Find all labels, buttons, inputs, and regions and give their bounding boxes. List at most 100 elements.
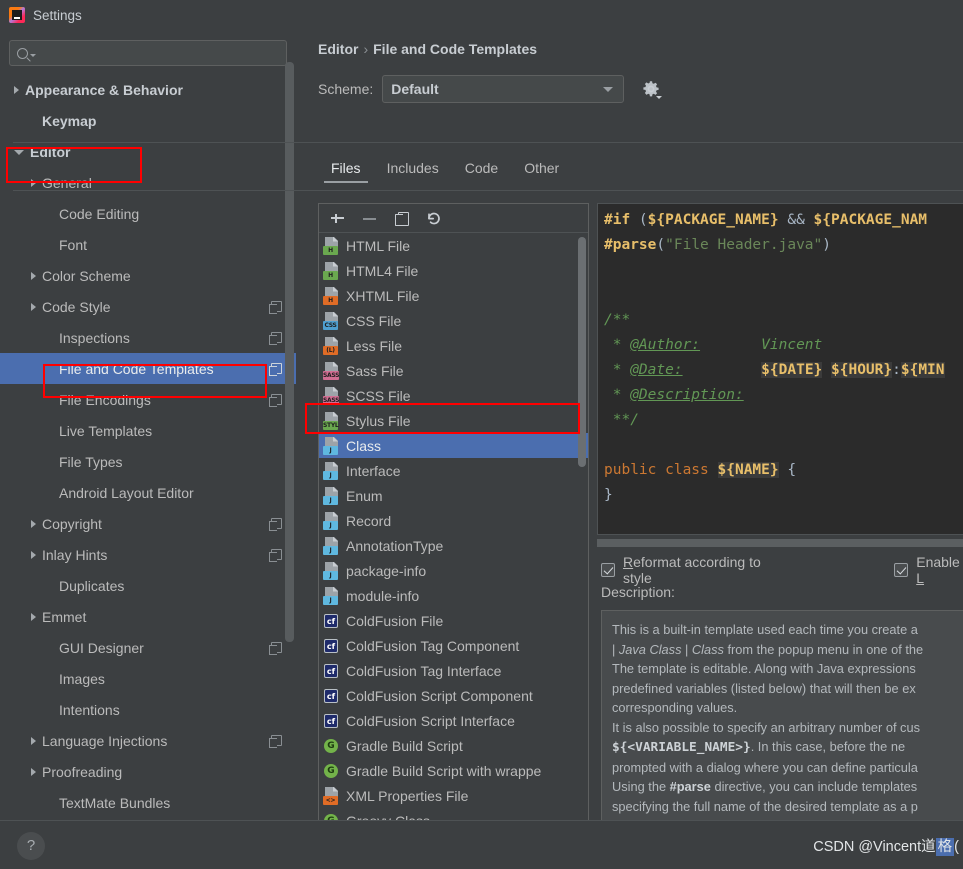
template-list-item-label: ColdFusion Script Interface [346,712,515,729]
sidebar-item-copyright[interactable]: Copyright [0,508,296,539]
sidebar-item-file-encodings[interactable]: File Encodings [0,384,296,415]
chevron-right-icon[interactable] [31,736,36,745]
chevron-right-icon[interactable] [31,302,36,311]
reformat-checkbox[interactable]: Reformat according to style [601,554,772,586]
copy-settings-icon[interactable] [269,735,282,748]
sidebar-item-appearance-behavior[interactable]: Appearance & Behavior [0,74,296,105]
minus-icon[interactable] [361,210,378,227]
sidebar-item-editor[interactable]: Editor [0,136,296,167]
template-list-item[interactable]: J Record [319,508,588,533]
copy-settings-icon[interactable] [269,394,282,407]
help-icon[interactable]: ? [17,832,45,860]
settings-sidebar[interactable]: Appearance & Behavior Keymap Editor General… [0,30,296,820]
template-list-item[interactable]: cf ColdFusion Tag Component [319,633,588,658]
sidebar-item-proofreading[interactable]: Proofreading [0,756,296,787]
template-code-editor[interactable]: #if (${PACKAGE_NAME} && ${PACKAGE_NAM #p… [597,203,963,535]
template-list-item[interactable]: Jpackage-info [319,558,588,583]
chevron-right-icon[interactable] [31,612,36,621]
settings-tree[interactable]: Appearance & Behavior Keymap Editor General… [0,74,296,818]
chevron-right-icon[interactable] [31,767,36,776]
sidebar-item-language-injections[interactable]: Language Injections [0,725,296,756]
sidebar-item-code-style[interactable]: Code Style [0,291,296,322]
chevron-right-icon[interactable] [31,271,36,280]
copy-icon[interactable] [393,210,410,227]
scheme-select[interactable]: Default [382,75,625,103]
sidebar-item-inspections[interactable]: Inspections [0,322,296,353]
sidebar-item-gui-designer[interactable]: GUI Designer [0,632,296,663]
template-list-item[interactable]: (L) Less File [319,333,588,358]
template-list-item[interactable]: SASS Sass File [319,358,588,383]
copy-settings-icon[interactable] [269,549,282,562]
sidebar-scrollbar-thumb[interactable] [285,62,294,642]
chevron-down-icon[interactable] [14,150,24,155]
template-list-item[interactable]: G Gradle Build Script [319,733,588,758]
editor-hscrollbar[interactable] [597,539,963,547]
template-list-panel[interactable]: H HTML File H HTML4 File H XHTML File CSS CSS F… [318,203,589,831]
sidebar-item-color-scheme[interactable]: Color Scheme [0,260,296,291]
sidebar-item-emmet[interactable]: Emmet [0,601,296,632]
search-input[interactable] [9,40,287,66]
template-list-scrollbar-thumb[interactable] [578,237,586,467]
template-list-item-label: HTML File [346,237,411,254]
sidebar-item-textmate-bundles[interactable]: TextMate Bundles [0,787,296,818]
template-category-tabs[interactable]: Files Includes Code Other [318,157,572,183]
tabs-underline [13,190,963,191]
template-list-item[interactable]: STYL Stylus File [319,408,588,433]
tab-other[interactable]: Other [511,157,572,183]
breadcrumb-parent[interactable]: Editor [318,41,358,57]
sidebar-item-general[interactable]: General [0,167,296,198]
chevron-down-icon[interactable] [30,53,36,57]
chevron-right-icon[interactable] [31,550,36,559]
revert-icon[interactable] [425,210,442,227]
sidebar-item-font[interactable]: Font [0,229,296,260]
copy-settings-icon[interactable] [269,363,282,376]
reformat-label: eformat according to style [623,554,761,586]
chevron-right-icon[interactable] [14,85,19,94]
sidebar-item-file-types[interactable]: File Types [0,446,296,477]
sidebar-item-images[interactable]: Images [0,663,296,694]
template-list-item[interactable]: H HTML4 File [319,258,588,283]
sidebar-item-file-and-code-templates[interactable]: File and Code Templates [0,353,296,384]
template-list-item[interactable]: cf ColdFusion Script Interface [319,708,588,733]
plus-icon[interactable] [329,210,346,227]
template-list-item[interactable]: J Interface [319,458,588,483]
template-list-item[interactable]: J Enum [319,483,588,508]
chevron-right-icon[interactable] [31,519,36,528]
template-list-item[interactable]: SASS SCSS File [319,383,588,408]
template-list-item[interactable]: cf ColdFusion Script Component [319,683,588,708]
enable-live-templates-checkbox[interactable]: Enable L [894,554,963,586]
sidebar-item-code-editing[interactable]: Code Editing [0,198,296,229]
sidebar-item-label: File and Code Templates [59,360,214,377]
template-list-item[interactable]: J Class [319,433,588,458]
tab-code[interactable]: Code [452,157,511,183]
sidebar-item-inlay-hints[interactable]: Inlay Hints [0,539,296,570]
tab-files[interactable]: Files [318,157,374,183]
sidebar-item-duplicates[interactable]: Duplicates [0,570,296,601]
template-list-item[interactable]: CSS CSS File [319,308,588,333]
copy-settings-icon[interactable] [269,642,282,655]
sidebar-item-intentions[interactable]: Intentions [0,694,296,725]
copy-settings-icon[interactable] [269,301,282,314]
template-list-item[interactable]: <> XML Properties File [319,783,588,808]
template-list-item[interactable]: H HTML File [319,233,588,258]
sidebar-item-live-templates[interactable]: Live Templates [0,415,296,446]
template-list-item[interactable]: H XHTML File [319,283,588,308]
template-list[interactable]: H HTML File H HTML4 File H XHTML File CSS CSS F… [319,233,588,830]
gear-icon[interactable] [642,80,663,99]
template-list-item[interactable]: G Gradle Build Script with wrappe [319,758,588,783]
template-list-item[interactable]: Jmodule-info [319,583,588,608]
sidebar-item-keymap[interactable]: Keymap [0,105,296,136]
copy-settings-icon[interactable] [269,332,282,345]
template-list-item[interactable]: J AnnotationType [319,533,588,558]
sidebar-item-android-layout-editor[interactable]: Android Layout Editor [0,477,296,508]
template-list-item[interactable]: cf ColdFusion Tag Interface [319,658,588,683]
tab-includes[interactable]: Includes [374,157,452,183]
java-enum-icon: J [323,486,340,505]
copy-settings-icon[interactable] [269,518,282,531]
java-record-icon: J [323,511,340,530]
chevron-right-icon[interactable] [31,178,36,187]
template-list-item[interactable]: cf ColdFusion File [319,608,588,633]
